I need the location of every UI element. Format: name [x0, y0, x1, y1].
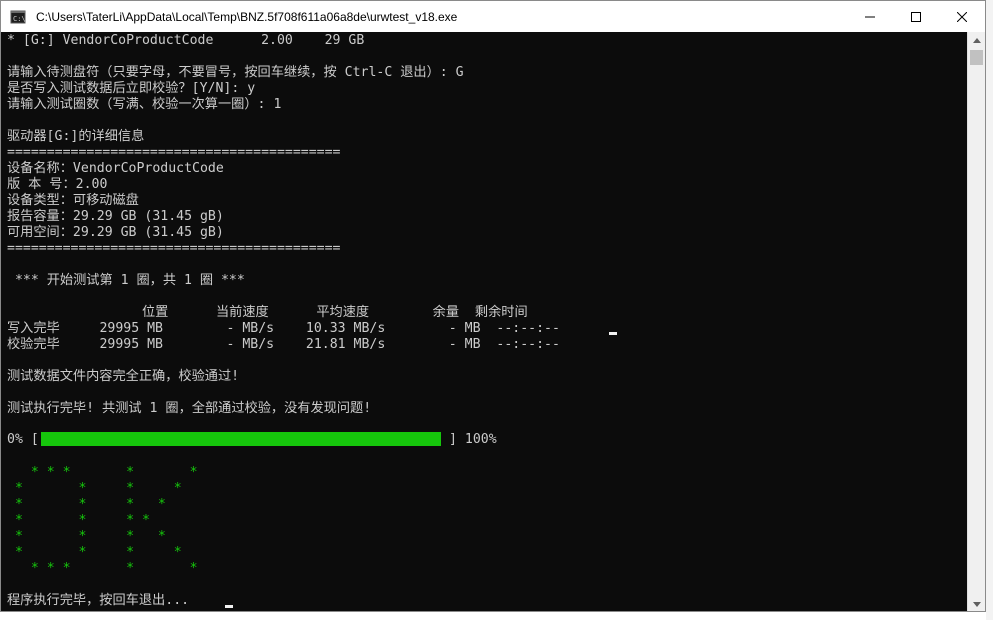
maximize-button[interactable] [893, 1, 939, 32]
scroll-down-button[interactable] [968, 596, 985, 611]
ok-art-line: * * * * * [7, 465, 198, 480]
console-line: 设备名称：VendorCoProductCode [7, 161, 224, 176]
ok-art-line: * * * * [7, 529, 166, 544]
progress-right-label: ] 100% [449, 432, 497, 447]
minimize-icon [865, 16, 875, 17]
exit-prompt: 程序执行完毕，按回车退出... [7, 593, 190, 608]
scroll-track-top [968, 49, 985, 66]
window-title: C:\Users\TaterLi\AppData\Local\Temp\BNZ.… [36, 9, 458, 24]
chevron-up-icon [972, 38, 981, 43]
ok-art-line: * * * * [7, 545, 182, 560]
console-line: *** 开始测试第 1 圈，共 1 圈 *** [7, 273, 245, 288]
console-line: 位置 当前速度 平均速度 余量 剩余时间 [7, 305, 528, 320]
window-controls [847, 1, 985, 32]
console-line: ========================================… [7, 241, 341, 256]
console-line: ========================================… [7, 145, 341, 160]
chevron-down-icon [972, 602, 981, 607]
console-line: 测试数据文件内容完全正确，校验通过! [7, 369, 240, 384]
progress-fill [41, 432, 441, 446]
ok-art-line: * * * * [7, 513, 150, 528]
console-window: C:\ C:\Users\TaterLi\AppData\Local\Temp\… [0, 0, 986, 612]
maximize-icon [911, 11, 921, 22]
progress-bar [41, 432, 441, 446]
console-line: 可用空间：29.29 GB (31.45 gB) [7, 225, 224, 240]
prompt-cursor [225, 605, 233, 608]
title-bar[interactable]: C:\ C:\Users\TaterLi\AppData\Local\Temp\… [1, 1, 985, 32]
console-line: * [G:] VendorCoProductCode 2.00 29 GB [7, 33, 365, 48]
console-line: 驱动器[G:]的详细信息 [7, 129, 145, 144]
console-output[interactable]: * [G:] VendorCoProductCode 2.00 29 GB 请输… [1, 32, 967, 611]
scroll-up-button[interactable] [968, 32, 985, 49]
desktop-background [986, 0, 993, 620]
vertical-scrollbar[interactable] [967, 32, 985, 611]
console-line: 是否写入测试数据后立即校验？[Y/N]: y [7, 81, 256, 96]
close-icon [957, 11, 967, 22]
console-line: 请输入待测盘符（只要字母，不要冒号，按回车继续，按 Ctrl-C 退出）: G [7, 65, 464, 80]
scroll-thumb-top[interactable] [970, 50, 983, 65]
console-line: 设备类型：可移动磁盘 [7, 193, 139, 208]
progress-left-label: 0% [ [7, 432, 39, 447]
console-line: 测试执行完毕! 共测试 1 圈，全部通过校验，没有发现问题! [7, 401, 372, 416]
minimize-button[interactable] [847, 1, 893, 32]
ok-art-line: * * * * * [7, 561, 198, 576]
console-app-icon: C:\ [10, 9, 26, 25]
ok-art-line: * * * * [7, 481, 182, 496]
text-cursor [609, 332, 617, 335]
console-line: 写入完毕 29995 MB - MB/s 10.33 MB/s - MB --:… [7, 321, 560, 336]
console-line: 版 本 号：2.00 [7, 177, 108, 192]
ok-art-line: * * * * [7, 497, 166, 512]
console-line: 请输入测试圈数（写满、校验一次算一圈）: 1 [7, 97, 282, 112]
close-button[interactable] [939, 1, 985, 32]
console-line: 校验完毕 29995 MB - MB/s 21.81 MB/s - MB --:… [7, 337, 560, 352]
console-line: 报告容量：29.29 GB (31.45 gB) [7, 209, 224, 224]
svg-text:C:\: C:\ [13, 15, 26, 23]
